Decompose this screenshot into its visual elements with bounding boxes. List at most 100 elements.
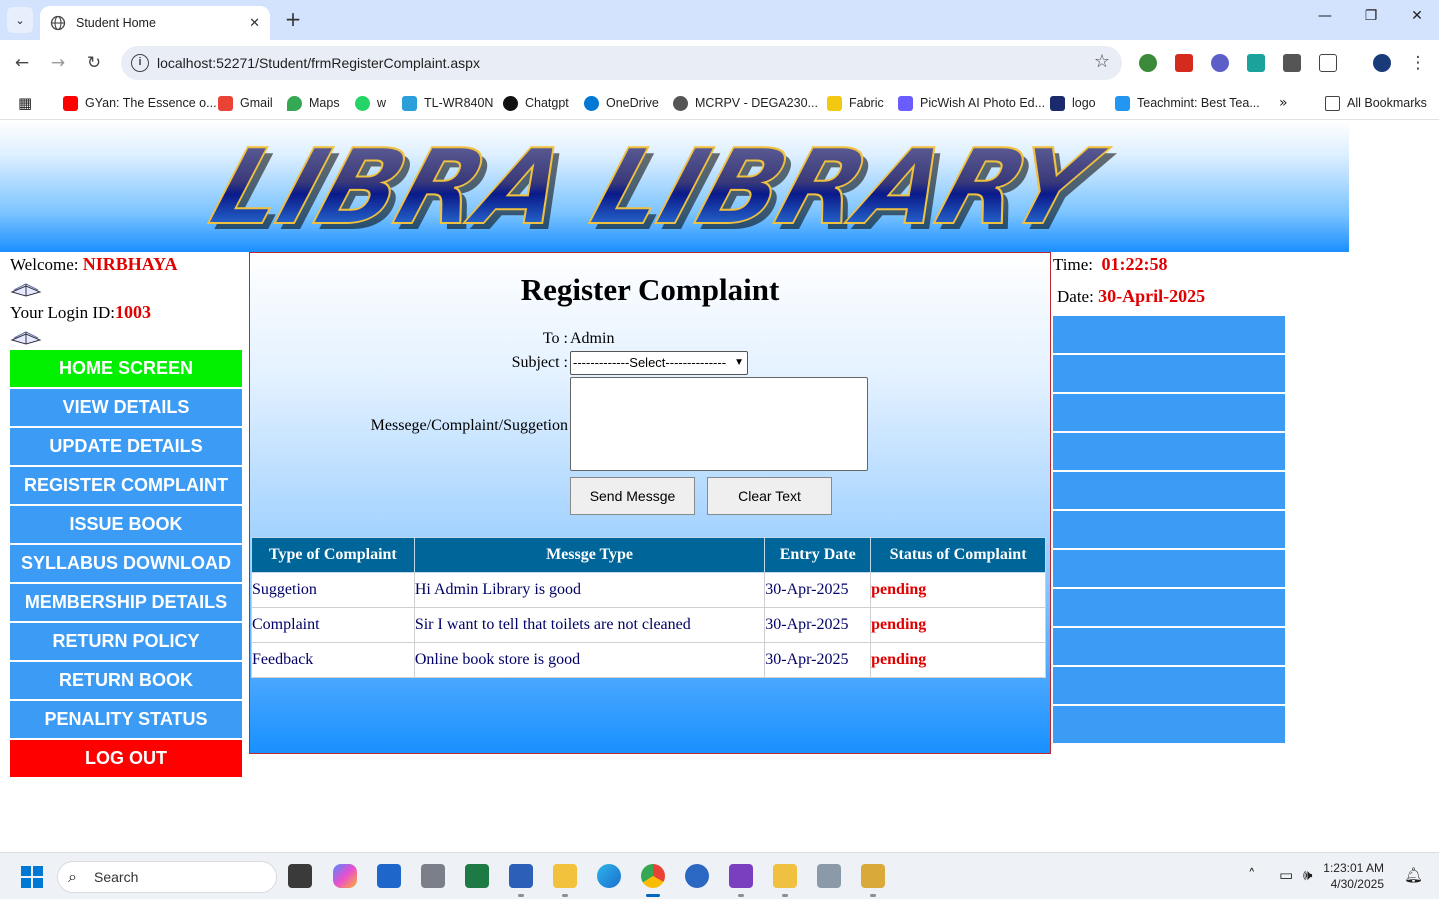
chatgpt-icon	[503, 95, 518, 111]
library-banner: LIBRA LIBRARY LIBRA LIBRARY	[0, 121, 1349, 252]
all-bookmarks-label: All Bookmarks	[1347, 96, 1427, 110]
notification-bell-icon[interactable]: 🔔︎	[1404, 866, 1423, 884]
taskbar-search[interactable]: ⌕ Search	[57, 861, 277, 893]
right-menu-bar	[1053, 355, 1285, 392]
excel-icon[interactable]	[465, 864, 489, 888]
menu-view-details[interactable]: VIEW DETAILS	[10, 389, 242, 426]
network-icon[interactable]: ▭	[1279, 866, 1293, 884]
menu-syllabus-download[interactable]: SYLLABUS DOWNLOAD	[10, 545, 242, 582]
bookmark-item[interactable]: GYan: The Essence o...	[63, 93, 217, 113]
globe-icon	[673, 95, 688, 111]
bookmark-item[interactable]: w	[355, 93, 386, 113]
cell-message: Sir I want to tell that toilets are not …	[413, 607, 766, 643]
subject-select[interactable]: -------------Select-------------- ▼	[570, 351, 748, 375]
chevron-up-icon[interactable]: ˄	[1248, 866, 1256, 884]
globe-icon	[50, 15, 66, 31]
calculator-icon[interactable]	[421, 864, 445, 888]
restore-icon[interactable]: ❐	[1356, 8, 1386, 24]
welcome-line: Welcome: NIRBHAYA	[10, 254, 242, 276]
edge-icon[interactable]	[597, 864, 621, 888]
extension-s-icon[interactable]	[1283, 54, 1301, 72]
cell-type: Suggetion	[251, 572, 415, 608]
all-bookmarks[interactable]: All Bookmarks	[1325, 93, 1427, 113]
file-explorer-icon[interactable]	[553, 864, 577, 888]
menu-register-complaint[interactable]: REGISTER COMPLAINT	[10, 467, 242, 504]
time-line: Time: 01:22:58	[1053, 254, 1285, 276]
minimize-icon[interactable]: —	[1310, 8, 1340, 24]
extension-save-icon[interactable]	[1247, 54, 1265, 72]
extension-globe-icon[interactable]	[1139, 54, 1157, 72]
bookmark-item[interactable]: TL-WR840N	[402, 93, 493, 113]
menu-dots-icon[interactable]: ⋮	[1407, 52, 1429, 74]
bookmark-item[interactable]: Gmail	[218, 93, 273, 113]
running-indicator	[782, 894, 788, 897]
menu-penality-status[interactable]: PENALITY STATUS	[10, 701, 242, 738]
message-textarea[interactable]	[570, 377, 868, 471]
cell-date: 30-Apr-2025	[764, 572, 872, 608]
bookmark-item[interactable]: Maps	[287, 93, 340, 113]
right-menu-bar	[1053, 589, 1285, 626]
menu-log-out[interactable]: LOG OUT	[10, 740, 242, 777]
menu-return-policy[interactable]: RETURN POLICY	[10, 623, 242, 660]
reload-icon[interactable]: ↻	[83, 52, 105, 74]
tools-icon[interactable]	[817, 864, 841, 888]
word-icon[interactable]	[509, 864, 533, 888]
menu-issue-book[interactable]: ISSUE BOOK	[10, 506, 242, 543]
profile-avatar-icon[interactable]	[1373, 54, 1391, 72]
whatsapp-icon	[355, 95, 370, 111]
table-row: Feedback Online book store is good 30-Ap…	[251, 642, 1046, 678]
paint-icon[interactable]	[773, 864, 797, 888]
notepad-icon[interactable]	[377, 864, 401, 888]
active-indicator	[646, 894, 660, 897]
address-bar[interactable]: i localhost:52271/Student/frmRegisterCom…	[121, 46, 1122, 80]
tab-search-icon[interactable]: ⌄	[7, 7, 33, 33]
tab-student-home[interactable]: Student Home ✕	[40, 6, 270, 40]
chrome-icon[interactable]	[641, 864, 665, 888]
volume-icon[interactable]: 🕪	[1303, 866, 1312, 884]
copilot-icon[interactable]	[333, 864, 357, 888]
more-bookmarks-icon[interactable]: »	[1279, 93, 1288, 113]
extensions-puzzle-icon[interactable]	[1319, 54, 1337, 72]
fabric-icon	[827, 95, 842, 111]
extension-pdf-icon[interactable]	[1175, 54, 1193, 72]
open-book-icon	[10, 283, 42, 297]
back-icon[interactable]: ←	[11, 52, 33, 74]
edge-dev-icon[interactable]	[685, 864, 709, 888]
visual-studio-icon[interactable]	[729, 864, 753, 888]
bookmark-label: PicWish AI Photo Ed...	[920, 96, 1046, 110]
right-sidebar: Time: 01:22:58 Date: 30-April-2025	[1053, 254, 1285, 745]
bookmark-item[interactable]: PicWish AI Photo Ed...	[898, 93, 1045, 113]
subject-label: Subject :	[511, 354, 568, 371]
running-indicator	[562, 894, 568, 897]
cell-message: Hi Admin Library is good	[413, 572, 766, 608]
bookmark-label: w	[377, 96, 387, 110]
new-tab-icon[interactable]: +	[282, 8, 304, 30]
close-window-icon[interactable]: ✕	[1402, 8, 1432, 24]
bookmark-item[interactable]: Chatgpt	[503, 93, 569, 113]
windows-start-icon[interactable]	[21, 866, 43, 888]
close-tab-icon[interactable]: ✕	[249, 16, 260, 31]
cell-date: 30-Apr-2025	[764, 607, 872, 643]
bookmark-item[interactable]: logo	[1050, 93, 1096, 113]
site-info-icon[interactable]: i	[131, 54, 149, 72]
left-sidebar: Welcome: NIRBHAYA Your Login ID:1003 HOM…	[10, 254, 242, 779]
menu-update-details[interactable]: UPDATE DETAILS	[10, 428, 242, 465]
extension-circle-icon[interactable]	[1211, 54, 1229, 72]
apps-grid-icon[interactable]: ▦	[18, 93, 32, 113]
menu-membership-details[interactable]: MEMBERSHIP DETAILS	[10, 584, 242, 621]
bookmark-item[interactable]: Teachmint: Best Tea...	[1115, 93, 1260, 113]
bookmark-star-icon[interactable]: ☆	[1094, 51, 1110, 72]
bookmark-item[interactable]: OneDrive	[584, 93, 659, 113]
bookmark-item[interactable]: Fabric	[827, 93, 884, 113]
forward-icon[interactable]: →	[47, 52, 69, 74]
menu-home-screen[interactable]: HOME SCREEN	[10, 350, 242, 387]
app-icon[interactable]	[861, 864, 885, 888]
task-view-icon[interactable]	[288, 864, 312, 888]
table-row: Complaint Sir I want to tell that toilet…	[251, 607, 1046, 643]
system-clock[interactable]: 1:23:01 AM 4/30/2025	[1323, 860, 1384, 892]
clear-text-button[interactable]: Clear Text	[707, 477, 832, 515]
library-logo: LIBRA LIBRARY LIBRA LIBRARY	[197, 126, 1124, 252]
menu-return-book[interactable]: RETURN BOOK	[10, 662, 242, 699]
send-message-button[interactable]: Send Messge	[570, 477, 695, 515]
bookmark-item[interactable]: MCRPV - DEGA230...	[673, 93, 818, 113]
